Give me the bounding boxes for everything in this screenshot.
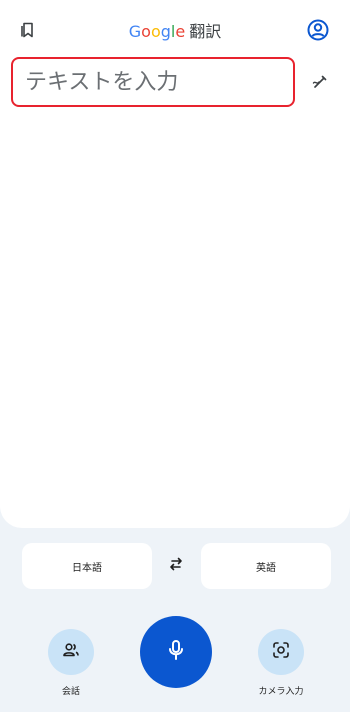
account-icon	[306, 18, 330, 46]
source-language-label: 日本語	[72, 562, 102, 574]
camera-input-button[interactable]	[258, 629, 304, 675]
voice-input-button[interactable]	[140, 616, 212, 688]
swap-icon	[166, 554, 186, 578]
pen-icon	[311, 73, 329, 95]
action-bar: 会話 カメラ入力	[0, 612, 350, 712]
translation-panel: Google 翻訳	[0, 0, 350, 528]
mic-icon	[163, 637, 189, 667]
app-header: Google 翻訳	[0, 14, 350, 50]
target-language-label: 英語	[256, 562, 276, 574]
source-language-button[interactable]: 日本語	[22, 543, 152, 589]
conversation-label: 会話	[61, 687, 80, 697]
people-icon	[61, 640, 81, 664]
title-letter: o	[141, 22, 151, 41]
language-bar: 日本語 英語	[0, 543, 350, 591]
title-product: 翻訳	[189, 22, 222, 41]
title-letter: G	[128, 22, 142, 41]
text-input-box[interactable]	[11, 57, 295, 107]
swap-languages-button[interactable]	[160, 550, 192, 582]
account-button[interactable]	[302, 16, 334, 48]
app-title: Google 翻訳	[0, 22, 350, 42]
conversation-button[interactable]	[48, 629, 94, 675]
camera-icon	[271, 640, 291, 664]
text-input[interactable]	[23, 68, 283, 96]
title-letter: o	[150, 22, 161, 41]
title-letter: e	[175, 22, 186, 41]
camera-input-label: カメラ入力	[258, 687, 304, 697]
title-letter: g	[160, 22, 171, 41]
handwriting-button[interactable]	[304, 68, 336, 100]
target-language-button[interactable]: 英語	[201, 543, 331, 589]
